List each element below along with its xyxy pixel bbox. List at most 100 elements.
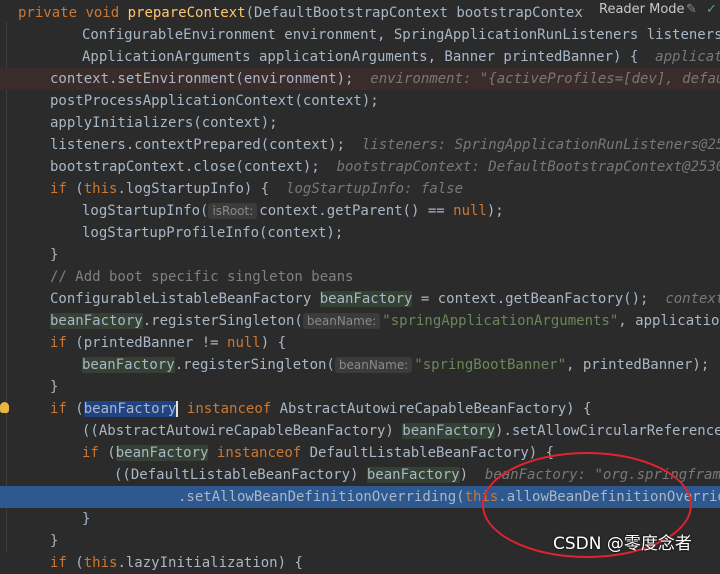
code-token: // Add boot specific singleton beans (50, 269, 354, 285)
code-token: (printedBanner != (75, 335, 228, 351)
check-icon[interactable]: ✓ (706, 0, 717, 20)
code-token: AbstractAutowireCapableBeanFactory) { (279, 401, 592, 417)
code-line-text: if (this.logStartupInfo) { logStartupInf… (50, 178, 463, 200)
code-token: if (50, 335, 76, 351)
code-line-text: } (50, 376, 58, 398)
code-line[interactable]: if (beanFactory instanceof AbstractAutow… (0, 398, 720, 420)
inline-debug-value: context: "org.springframework.boot" (665, 291, 720, 307)
code-token: null (227, 335, 261, 351)
code-token: if (50, 555, 76, 571)
code-token: private (18, 5, 86, 21)
code-token: instanceof (186, 401, 280, 417)
code-line[interactable]: if (printedBanner != null) { (0, 332, 720, 354)
code-token: if (82, 445, 108, 461)
code-line[interactable]: ConfigurableEnvironment environment, Spr… (0, 24, 720, 46)
code-token: logStartupInfo( (82, 203, 209, 219)
code-token: ) { (260, 335, 287, 351)
code-line[interactable]: postProcessApplicationContext(context); (0, 90, 720, 112)
code-token: listeners.contextPrepared(context); (50, 137, 362, 153)
code-token: } (50, 533, 59, 549)
code-token: } (50, 247, 59, 263)
code-token: "springApplicationArguments" (382, 313, 619, 329)
code-token: if (50, 181, 76, 197)
code-token: prepareContext (127, 5, 246, 21)
inline-debug-value: logStartupInfo: false (286, 181, 464, 197)
lightbulb-icon[interactable] (0, 402, 9, 413)
code-token: DefaultListableBeanFactory) { (309, 445, 555, 461)
code-token: ( (107, 445, 116, 461)
code-line[interactable]: beanFactory.registerSingleton(beanName: "… (0, 310, 720, 332)
pencil-icon[interactable]: ✎ (686, 0, 697, 20)
code-line[interactable]: applyInitializers(context); (0, 112, 720, 134)
code-token: postProcessApplicationContext(context); (50, 93, 379, 109)
inline-debug-value: environment: "{activeProfiles=[dev], def… (370, 71, 720, 87)
code-line[interactable]: ConfigurableListableBeanFactory beanFact… (0, 288, 720, 310)
code-line[interactable]: listeners.contextPrepared(context); list… (0, 134, 720, 156)
code-token: bootstrapContext.close(context); (50, 159, 337, 175)
code-line-text: // Add boot specific singleton beans (50, 266, 353, 288)
code-line[interactable]: // Add boot specific singleton beans (0, 266, 720, 288)
code-line-text: if (beanFactory instanceof AbstractAutow… (50, 398, 591, 420)
code-token: applyInitializers(context); (50, 115, 278, 131)
reader-mode-toolbar: Reader Mode ✎ ✓ (584, 0, 720, 20)
code-token: ( (75, 555, 84, 571)
code-token: ApplicationArguments applicationArgument… (82, 49, 656, 65)
code-token: ( (75, 181, 84, 197)
code-line-text: beanFactory.registerSingleton(beanName: "… (50, 310, 720, 332)
code-token: "springBootBanner" (414, 357, 566, 373)
code-token: = context.getBeanFactory(); (412, 291, 666, 307)
code-token: logStartupProfileInfo(context); (82, 225, 344, 241)
code-token: void (85, 5, 128, 21)
code-line-text: if (this.lazyInitialization) { (50, 552, 303, 574)
code-token: ); (486, 203, 504, 219)
code-line[interactable]: logStartupProfileInfo(context); (0, 222, 720, 244)
code-token: beanFactory (402, 423, 496, 439)
code-token: beanFactory (115, 445, 209, 461)
code-line-text: } (50, 244, 58, 266)
code-line-text: bootstrapContext.close(context); bootstr… (50, 156, 720, 178)
code-line-text: ((AbstractAutowireCapableBeanFactory) be… (82, 420, 720, 442)
code-line[interactable]: context.setEnvironment(environment); env… (0, 68, 720, 90)
code-line[interactable]: } (0, 244, 720, 266)
code-line[interactable]: ((AbstractAutowireCapableBeanFactory) be… (0, 420, 720, 442)
code-token: .logStartupInfo) { (117, 181, 287, 197)
code-token: beanFactory (83, 401, 177, 417)
reader-mode-button[interactable]: Reader Mode (599, 0, 685, 20)
code-token: } (50, 379, 59, 395)
code-line[interactable]: logStartupInfo(isRoot: context.getParent(… (0, 200, 720, 222)
code-token: (DefaultBootstrapContext bootstrapContex… (245, 5, 600, 21)
code-token: if (50, 401, 76, 417)
code-line-text: applyInitializers(context); (50, 112, 278, 134)
code-token: .registerSingleton( (174, 357, 335, 373)
code-line[interactable]: ApplicationArguments applicationArgument… (0, 46, 720, 68)
code-token: context.setEnvironment(environment); (50, 71, 371, 87)
code-token: .setAllowBeanDefinitionOverriding( (178, 489, 465, 505)
code-line[interactable]: beanFactory.registerSingleton(beanName: "… (0, 354, 720, 376)
code-line-text: beanFactory.registerSingleton(beanName: "… (82, 354, 720, 376)
code-line-text: postProcessApplicationContext(context); (50, 90, 379, 112)
code-token: null (453, 203, 487, 219)
code-token: beanFactory (50, 313, 143, 329)
code-line-text: if (beanFactory instanceof DefaultListab… (82, 442, 554, 464)
code-line-text: private void prepareContext(DefaultBoots… (18, 2, 600, 24)
code-token: context.getParent() == (259, 203, 454, 219)
param-hint: isRoot: (208, 203, 258, 219)
code-token: instanceof (216, 445, 310, 461)
code-token: this (83, 555, 118, 571)
code-line-text: if (printedBanner != null) { (50, 332, 286, 354)
code-line[interactable]: if (this.logStartupInfo) { logStartupInf… (0, 178, 720, 200)
code-line[interactable]: } (0, 376, 720, 398)
code-token: beanFactory (82, 357, 175, 373)
code-line-text: listeners.contextPrepared(context); list… (50, 134, 720, 156)
code-token: .lazyInitialization) { (117, 555, 303, 571)
code-token: ((AbstractAutowireCapableBeanFactory) (82, 423, 403, 439)
code-token: ConfigurableListableBeanFactory (50, 291, 320, 307)
code-line-text: ConfigurableListableBeanFactory beanFact… (50, 288, 720, 310)
inline-debug-value: applicationArguments: DefaultApplication… (655, 49, 720, 65)
code-line[interactable]: bootstrapContext.close(context); bootstr… (0, 156, 720, 178)
code-token: beanFactory (366, 467, 460, 483)
code-token: ) (459, 467, 485, 483)
code-token: this (83, 181, 118, 197)
code-token: , applicationArguments); (618, 313, 720, 329)
code-token: ).setAllowCircularReferences(this.allowC… (495, 423, 720, 439)
